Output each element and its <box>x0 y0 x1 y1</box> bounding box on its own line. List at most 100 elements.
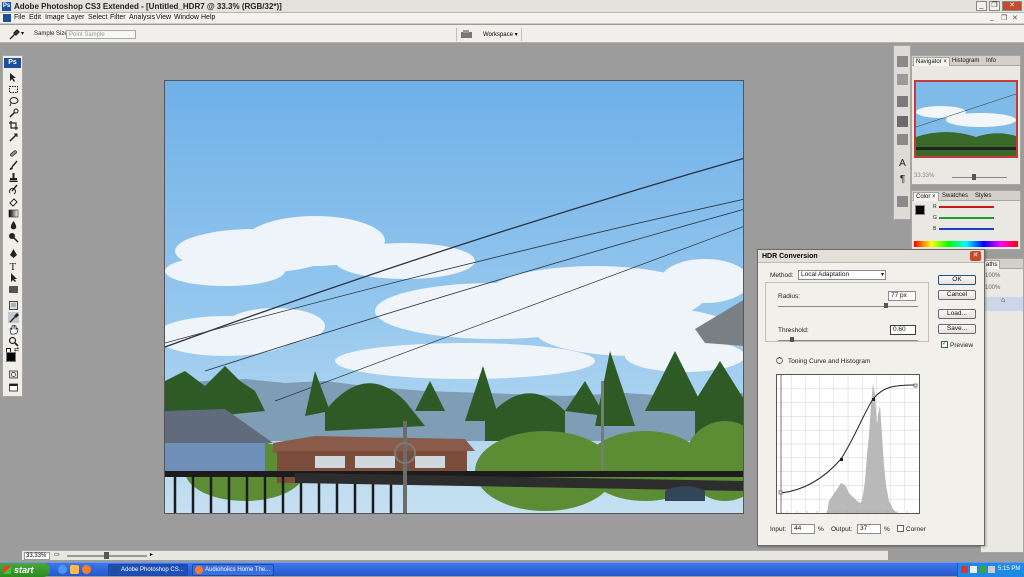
color-spectrum-bar[interactable] <box>914 241 1018 247</box>
zoom-out-icon[interactable]: ▭ <box>54 551 60 558</box>
tray-icon-1[interactable] <box>961 566 968 573</box>
menu-image[interactable]: Image <box>45 14 64 21</box>
clone-stamp-tool-icon[interactable] <box>8 172 19 183</box>
notes-tool-icon[interactable] <box>8 300 19 311</box>
channel-g-slider[interactable] <box>939 217 994 219</box>
document-icon[interactable] <box>3 14 11 22</box>
eraser-tool-icon[interactable] <box>8 196 19 207</box>
document-canvas[interactable] <box>164 80 744 514</box>
close-icon[interactable]: ✕ <box>1002 1 1022 11</box>
navigator-zoom-thumb[interactable] <box>972 174 976 180</box>
blur-tool-icon[interactable] <box>8 220 19 231</box>
sample-size-select[interactable]: Point Sample <box>66 30 136 39</box>
restore-icon[interactable]: ❐ <box>989 1 1000 11</box>
doc-close-icon[interactable]: ✕ <box>1012 14 1018 22</box>
quick-mask-icon[interactable] <box>8 369 19 380</box>
menu-analysis[interactable]: Analysis <box>129 14 155 21</box>
doc-restore-icon[interactable]: ❐ <box>1001 14 1007 22</box>
ie-icon[interactable] <box>58 565 67 574</box>
color-foreground-swatch[interactable] <box>915 205 925 215</box>
start-button[interactable]: start <box>0 563 50 577</box>
menu-view[interactable]: View <box>156 14 171 21</box>
save-button[interactable]: Save... <box>938 324 976 334</box>
eyedropper-tool-icon[interactable] <box>8 29 20 40</box>
hand-tool-icon[interactable] <box>8 324 19 335</box>
paragraph-panel-icon[interactable]: ¶ <box>897 174 908 185</box>
move-tool-icon[interactable] <box>8 72 19 83</box>
gradient-tool-icon[interactable] <box>8 208 19 219</box>
marquee-tool-icon[interactable] <box>8 84 19 95</box>
cancel-button[interactable]: Cancel <box>938 290 976 300</box>
menu-select[interactable]: Select <box>88 14 107 21</box>
input-field[interactable]: 44 <box>791 524 815 534</box>
navigator-zoom-slider[interactable] <box>952 177 1007 178</box>
menu-window[interactable]: Window <box>174 14 199 21</box>
ps-logo[interactable]: Ps <box>4 58 21 68</box>
history-brush-tool-icon[interactable] <box>8 184 19 195</box>
minimize-icon[interactable]: _ <box>976 1 987 11</box>
quick-selection-tool-icon[interactable] <box>8 108 19 119</box>
threshold-field[interactable]: 0.60 <box>890 325 916 335</box>
character-panel-icon[interactable]: A <box>897 158 908 169</box>
radius-slider[interactable] <box>778 306 918 307</box>
toning-curve-graph[interactable] <box>776 374 920 514</box>
tray-icon-2[interactable] <box>970 566 977 573</box>
tab-color[interactable]: Color × <box>913 192 939 201</box>
menu-edit[interactable]: Edit <box>29 14 41 21</box>
workspace-button[interactable]: Workspace ▾ <box>483 31 518 38</box>
slice-tool-icon[interactable] <box>8 132 19 143</box>
task-photoshop[interactable]: Adobe Photoshop CS... <box>108 564 188 576</box>
crop-tool-icon[interactable] <box>8 120 19 131</box>
zoom-slider-thumb[interactable] <box>104 552 109 559</box>
eyedropper-tool-active-icon[interactable] <box>8 312 19 323</box>
actions-panel-icon[interactable] <box>897 134 908 145</box>
bridge-icon[interactable] <box>460 30 474 39</box>
method-dropdown-icon[interactable]: ▾ <box>881 271 884 279</box>
radius-field[interactable]: 77 px <box>888 291 916 301</box>
tool-presets-panel-icon[interactable] <box>897 74 908 85</box>
preview-checkbox[interactable]: ✓ <box>941 341 948 348</box>
tab-styles[interactable]: Styles <box>973 192 993 201</box>
path-selection-tool-icon[interactable] <box>8 272 19 283</box>
radius-slider-thumb[interactable] <box>883 303 888 308</box>
firefox-icon[interactable] <box>82 565 91 574</box>
tab-swatches[interactable]: Swatches <box>940 192 970 201</box>
tab-navigator[interactable]: Navigator × <box>913 57 950 66</box>
brush-tool-icon[interactable] <box>8 160 19 171</box>
menu-layer[interactable]: Layer <box>67 14 85 21</box>
threshold-slider-thumb[interactable] <box>790 337 794 342</box>
tray-icon-3[interactable] <box>979 566 986 573</box>
menu-filter[interactable]: Filter <box>110 14 126 21</box>
navigator-preview[interactable] <box>914 80 1018 158</box>
layer-comps-panel-icon[interactable] <box>897 96 908 107</box>
tab-histogram[interactable]: Histogram <box>950 57 981 66</box>
tool-preset-chevron-icon[interactable]: ▾ <box>21 30 24 37</box>
healing-brush-tool-icon[interactable] <box>8 148 19 159</box>
show-desktop-icon[interactable] <box>70 565 79 574</box>
info-panel-icon[interactable] <box>897 196 908 207</box>
channel-b-slider[interactable] <box>939 228 994 230</box>
tab-info[interactable]: Info <box>984 57 998 66</box>
scroll-right-icon[interactable]: ▸ <box>150 551 153 558</box>
dodge-tool-icon[interactable] <box>8 232 19 243</box>
pen-tool-icon[interactable] <box>8 248 19 259</box>
ok-button[interactable]: OK <box>938 275 976 285</box>
lasso-tool-icon[interactable] <box>8 96 19 107</box>
zoom-level-field[interactable]: 33.33% <box>24 552 50 560</box>
foreground-color-swatch[interactable] <box>6 352 16 362</box>
corner-checkbox[interactable] <box>897 525 904 532</box>
threshold-slider[interactable] <box>778 340 918 341</box>
toning-collapse-icon[interactable]: ^ <box>776 357 783 364</box>
type-tool-icon[interactable]: T <box>8 260 19 271</box>
volume-icon[interactable] <box>988 566 995 573</box>
load-button[interactable]: Load... <box>938 309 976 319</box>
output-field[interactable]: 37 <box>857 524 881 534</box>
menu-help[interactable]: Help <box>201 14 215 21</box>
tab-paths[interactable]: aths <box>983 260 1001 269</box>
clone-source-panel-icon[interactable] <box>897 116 908 127</box>
task-browser[interactable]: Audioholics Home The... <box>192 564 274 576</box>
menu-file[interactable]: File <box>14 14 25 21</box>
doc-minimize-icon[interactable]: _ <box>990 14 994 21</box>
brushes-panel-icon[interactable] <box>897 56 908 67</box>
dialog-close-icon[interactable]: ✕ <box>970 251 981 261</box>
